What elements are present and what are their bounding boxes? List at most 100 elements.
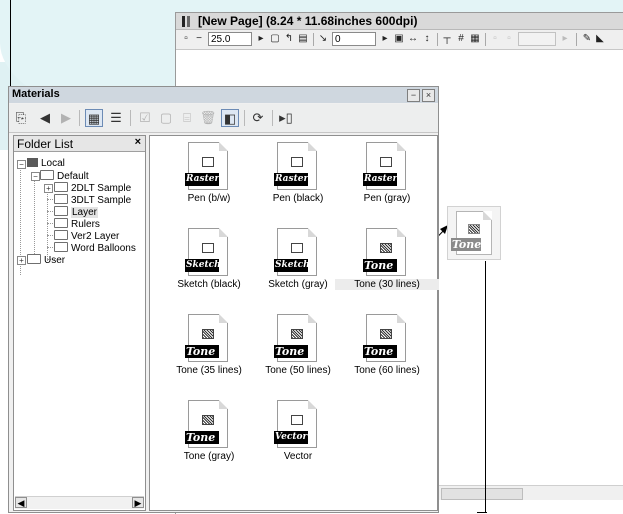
material-document-icon: Sketch xyxy=(274,228,317,276)
preview-icon[interactable]: ◧ xyxy=(221,109,239,127)
expand-icon[interactable]: + xyxy=(44,184,53,193)
drag-ghost-document-icon: Tone xyxy=(451,211,492,255)
large-icons-view-icon[interactable]: ▦ xyxy=(85,109,103,127)
tree-item-label: User xyxy=(44,255,66,266)
material-item[interactable]: Tone Tone (35 lines) xyxy=(165,314,253,398)
material-item[interactable]: Sketch Sketch (black) xyxy=(165,228,253,312)
refresh-icon[interactable]: ⟳ xyxy=(249,109,267,127)
back-icon[interactable]: ◀ xyxy=(36,109,54,127)
tree-item-2dlt-sample[interactable]: 2DLT Sample xyxy=(54,182,131,194)
material-type-badge: Vector xyxy=(274,431,308,444)
materials-toolbar: ⎘ ◀ ▶ ▦ ☰ ☑ ▢ ⌸ 🗑 ◧ ⟳ ▸▯ xyxy=(9,104,438,133)
material-document-icon: Tone xyxy=(363,228,406,276)
tree-item-label: Rulers xyxy=(71,219,100,230)
material-type-badge: Tone xyxy=(185,431,219,444)
tree-item-word-balloons[interactable]: Word Balloons xyxy=(54,242,136,254)
folder-list-header: Folder List × xyxy=(14,136,145,152)
material-item[interactable]: Tone Tone (60 lines) xyxy=(343,314,431,398)
material-item[interactable]: Raster Pen (gray) xyxy=(343,142,431,226)
angle-input[interactable]: 0 xyxy=(332,32,376,46)
material-type-badge: Tone xyxy=(185,345,219,358)
material-item[interactable]: Raster Pen (black) xyxy=(254,142,342,226)
fit-page-icon[interactable]: ▢ xyxy=(269,33,281,45)
zoom-in-icon[interactable]: ▫ xyxy=(180,33,192,45)
collapse-icon[interactable]: − xyxy=(31,172,40,181)
tree-item-3dlt-sample[interactable]: 3DLT Sample xyxy=(54,194,131,206)
tree-item-label: 3DLT Sample xyxy=(71,195,132,206)
layer-icon[interactable]: ◣ xyxy=(594,33,606,45)
select-all-icon: ☑ xyxy=(139,110,151,125)
close-icon[interactable]: × xyxy=(422,89,435,102)
layer-glyph-icon xyxy=(202,243,214,253)
scrollbar-thumb[interactable] xyxy=(441,488,523,500)
material-type-badge: Tone xyxy=(274,345,308,358)
material-item[interactable]: Tone Tone (gray) xyxy=(165,400,253,484)
toolbar-separator xyxy=(313,33,314,46)
tree-item-default[interactable]: Default xyxy=(40,170,89,182)
grid-icon[interactable]: # xyxy=(455,33,467,45)
folder-icon xyxy=(54,230,68,240)
material-item[interactable]: Vector Vector xyxy=(254,400,342,484)
ruler-icon[interactable]: ┬ xyxy=(441,33,453,45)
callout-line xyxy=(485,261,486,513)
zoom-out-icon[interactable]: − xyxy=(193,33,205,45)
page-icon-disabled-2: ▫ xyxy=(507,33,511,44)
page-window-titlebar[interactable]: [New Page] (8.24 * 11.68inches 600dpi) xyxy=(176,13,623,30)
flip-vertical-icon[interactable]: ↕ xyxy=(421,33,433,45)
page-icon-disabled: ▫ xyxy=(493,33,497,44)
toolbar-separator xyxy=(437,33,438,46)
rotate-icon[interactable]: ↰ xyxy=(283,33,295,45)
material-item[interactable]: Raster Pen (b/w) xyxy=(165,142,253,226)
collapse-icon[interactable]: − xyxy=(17,160,26,169)
expand-icon[interactable]: + xyxy=(17,256,26,265)
page-toolbar: ▫ − 25.0 ▸ ▢ ↰ ▤ ↘ 0 ▸ ▣ ↔ ↕ ┬ # ▦ ▫ ▫ ▸… xyxy=(176,30,623,50)
folder-list-scrollbar[interactable]: ◀ ▶ xyxy=(15,496,144,509)
paste-material-icon[interactable]: ⎘ xyxy=(12,109,30,127)
material-document-icon: Vector xyxy=(274,400,317,448)
disabled-input xyxy=(518,32,556,46)
guide-icon[interactable]: ▦ xyxy=(469,33,481,45)
layer-glyph-icon xyxy=(291,243,303,253)
folder-list-close-icon[interactable]: × xyxy=(135,136,141,148)
drag-ghost: Tone xyxy=(447,206,501,260)
material-item[interactable]: Sketch Sketch (gray) xyxy=(254,228,342,312)
material-item-label: Vector xyxy=(283,451,313,462)
toolbar-separator xyxy=(485,33,486,46)
tree-item-local[interactable]: Local xyxy=(27,158,65,170)
angle-arrow-icon[interactable]: ▸ xyxy=(379,33,391,45)
page-horizontal-scrollbar[interactable] xyxy=(437,485,623,500)
reset-view-icon[interactable]: ▣ xyxy=(393,33,405,45)
delete-icon: 🗑 xyxy=(199,110,217,125)
rotate-angle-icon[interactable]: ↘ xyxy=(317,33,329,45)
folder-icon xyxy=(54,182,68,192)
scroll-right-icon[interactable]: ▶ xyxy=(132,497,144,508)
tree-item-label: Local xyxy=(41,158,65,169)
folder-icon xyxy=(54,242,68,252)
layer-glyph-icon xyxy=(380,157,392,167)
computer-icon xyxy=(27,158,38,167)
list-view-icon[interactable]: ☰ xyxy=(107,109,125,127)
tree-item-rulers[interactable]: Rulers xyxy=(54,218,100,230)
print-view-icon[interactable]: ▤ xyxy=(297,33,309,45)
folder-icon xyxy=(54,206,68,216)
open-page-icon[interactable]: ▸▯ xyxy=(277,109,295,127)
tree-item-ver2-layer[interactable]: Ver2 Layer xyxy=(54,230,119,242)
materials-titlebar[interactable]: Materials − × xyxy=(9,87,438,103)
flip-horizontal-icon[interactable]: ↔ xyxy=(407,33,419,45)
zoom-input[interactable]: 25.0 xyxy=(208,32,252,46)
tree-item-user[interactable]: User xyxy=(27,254,65,266)
zoom-arrow-icon[interactable]: ▸ xyxy=(255,33,267,45)
material-document-icon: Raster xyxy=(274,142,317,190)
minimize-icon[interactable]: − xyxy=(407,89,420,102)
material-item[interactable]: Tone Tone (50 lines) xyxy=(254,314,342,398)
material-type-badge: Sketch xyxy=(274,259,308,272)
material-document-icon: Raster xyxy=(185,142,228,190)
material-type-badge: Tone xyxy=(363,345,397,358)
pen-icon[interactable]: ✎ xyxy=(581,33,593,45)
material-item[interactable]: Tone Tone (30 lines) xyxy=(335,228,439,312)
tree-item-layer[interactable]: Layer xyxy=(54,206,99,218)
material-item-label: Pen (gray) xyxy=(363,193,411,204)
scroll-left-icon[interactable]: ◀ xyxy=(15,497,27,508)
tree-line xyxy=(34,174,35,254)
tree-item-label: Layer xyxy=(71,207,99,218)
